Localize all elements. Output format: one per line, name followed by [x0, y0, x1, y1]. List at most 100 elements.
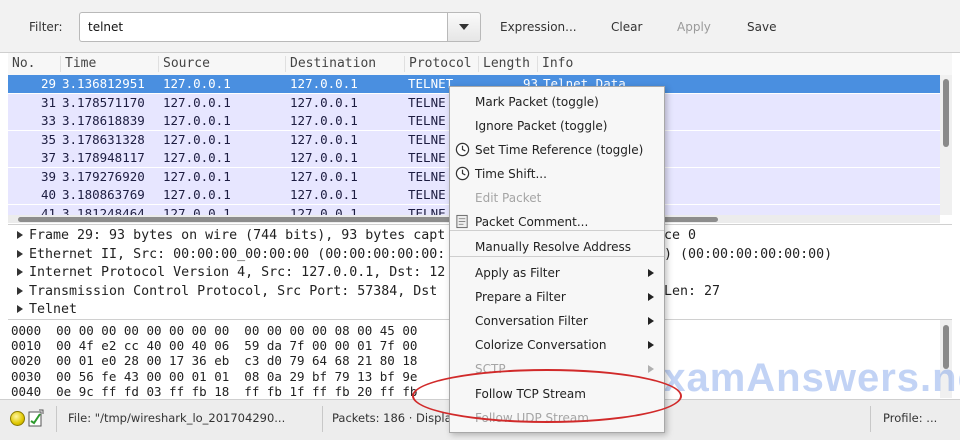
packet-source: 127.0.0.1 [163, 131, 231, 147]
clear-button[interactable]: Clear [611, 20, 642, 34]
scrollbar-thumb[interactable] [943, 79, 949, 147]
packet-source: 127.0.0.1 [163, 113, 231, 128]
save-button[interactable]: Save [747, 20, 776, 34]
packet-destination: 127.0.0.1 [290, 113, 358, 128]
packet-protocol: TELNE [408, 113, 446, 128]
highlight-ellipse [412, 369, 682, 423]
submenu-arrow-icon [648, 269, 654, 277]
apply-button[interactable]: Apply [677, 20, 711, 34]
display-filter-input[interactable] [79, 12, 447, 42]
menu-item-label: Colorize Conversation [475, 338, 607, 352]
menu-item-label: Set Time Reference (toggle) [475, 143, 644, 157]
packet-number: 41 [40, 205, 56, 216]
packet-number: 40 [40, 187, 56, 202]
menu-item-apply-as-filter[interactable]: Apply as Filter [450, 261, 664, 285]
column-header-source[interactable]: Source [158, 56, 287, 72]
detail-tree-label: Telnet [29, 302, 78, 318]
column-header-length[interactable]: Length [478, 56, 539, 72]
detail-tree-item[interactable]: Frame 29: 93 bytes on wire (744 bits), 9… [8, 228, 445, 247]
packet-number: 39 [40, 168, 56, 184]
packet-protocol: TELNE [408, 187, 446, 202]
detail-tree-item[interactable]: Internet Protocol Version 4, Src: 127.0.… [8, 265, 445, 284]
hex-dump-line: 0040 0e 9c ff fd 03 ff fb 18 ff fb 1f ff… [11, 383, 418, 398]
column-header-protocol[interactable]: Protocol [404, 56, 479, 72]
expert-info-led-icon[interactable] [10, 411, 25, 426]
column-header-info[interactable]: Info [537, 56, 942, 72]
packet-destination: 127.0.0.1 [290, 94, 358, 110]
packet-protocol: TELNE [408, 94, 446, 110]
submenu-arrow-icon [648, 317, 654, 325]
menu-item-colorize-conversation[interactable]: Colorize Conversation [450, 333, 664, 357]
column-header-no[interactable]: No. [8, 56, 60, 72]
detail-tree-label-continued: ce 0 [664, 228, 697, 243]
menu-item-edit-packet[interactable]: Edit Packet [450, 186, 664, 210]
filter-history-dropdown[interactable] [447, 12, 481, 42]
packet-time: 3.181248464 [62, 205, 145, 216]
clock-icon [455, 142, 470, 157]
packet-source: 127.0.0.1 [163, 168, 231, 184]
submenu-arrow-icon [648, 365, 654, 373]
detail-tree-label: Internet Protocol Version 4, Src: 127.0.… [29, 265, 446, 281]
menu-item-ignore-packet-toggle[interactable]: Ignore Packet (toggle) [450, 114, 664, 138]
packet-number: 29 [40, 76, 56, 91]
detail-tree-label: Ethernet II, Src: 00:00:00_00:00:00 (00:… [29, 246, 446, 262]
menu-item-label: Time Shift... [475, 167, 547, 181]
menu-item-label: Packet Comment... [475, 215, 589, 229]
packet-protocol: TELNE [408, 205, 446, 216]
menu-item-packet-comment[interactable]: Packet Comment... [450, 210, 664, 234]
menu-item-conversation-filter[interactable]: Conversation Filter [450, 309, 664, 333]
detail-tree-item[interactable]: Ethernet II, Src: 00:00:00_00:00:00 (00:… [8, 247, 445, 266]
column-header-time[interactable]: Time [60, 56, 161, 72]
packet-protocol: TELNE [408, 150, 446, 165]
expand-arrow-icon[interactable] [17, 286, 23, 295]
menu-item-prepare-a-filter[interactable]: Prepare a Filter [450, 285, 664, 309]
packet-list-header: No. Time Source Destination Protocol Len… [8, 53, 952, 76]
packet-protocol: TELNE [408, 131, 446, 147]
column-header-destination[interactable]: Destination [285, 56, 406, 72]
menu-item-manually-resolve-address[interactable]: Manually Resolve Address [450, 235, 664, 259]
packet-destination: 127.0.0.1 [290, 76, 358, 91]
packet-destination: 127.0.0.1 [290, 187, 358, 202]
status-separator [322, 406, 323, 432]
menu-item-label: Edit Packet [475, 191, 542, 205]
packet-time: 3.178618839 [62, 113, 145, 128]
menu-item-set-time-reference-toggle[interactable]: Set Time Reference (toggle) [450, 138, 664, 162]
status-separator [56, 406, 57, 432]
packet-protocol: TELNE [408, 168, 446, 184]
expand-arrow-icon[interactable] [17, 305, 23, 314]
menu-item-mark-packet-toggle[interactable]: Mark Packet (toggle) [450, 90, 664, 114]
menu-item-label: Mark Packet (toggle) [475, 95, 599, 109]
packet-destination: 127.0.0.1 [290, 205, 358, 216]
menu-item-label: Manually Resolve Address [475, 240, 632, 254]
packet-source: 127.0.0.1 [163, 205, 231, 216]
detail-tree-item[interactable]: Telnet [8, 302, 77, 319]
packet-source: 127.0.0.1 [163, 76, 231, 91]
detail-tree-label: Frame 29: 93 bytes on wire (744 bits), 9… [29, 228, 446, 243]
menu-item-label: Ignore Packet (toggle) [475, 119, 608, 133]
hex-dump-line: 0030 00 56 fe 43 00 00 01 01 08 0a 29 bf… [11, 368, 418, 384]
detail-tree-item[interactable]: Transmission Control Protocol, Src Port:… [8, 284, 437, 303]
menu-item-label: Prepare a Filter [475, 290, 566, 304]
packet-number: 37 [40, 150, 56, 165]
packet-destination: 127.0.0.1 [290, 168, 358, 184]
expand-arrow-icon[interactable] [17, 249, 23, 258]
capture-comment-icon[interactable] [28, 409, 44, 427]
expand-arrow-icon[interactable] [17, 231, 23, 239]
packet-destination: 127.0.0.1 [290, 150, 358, 165]
detail-tree-label-continued: ) (00:00:00:00:00:00) [664, 246, 833, 262]
submenu-arrow-icon [648, 293, 654, 301]
packet-time: 3.178571170 [62, 94, 145, 110]
status-profile[interactable]: Profile: ... [883, 411, 937, 425]
expression-button[interactable]: Expression... [500, 20, 577, 34]
packet-list-vertical-scrollbar[interactable] [940, 75, 952, 215]
expand-arrow-icon[interactable] [17, 268, 23, 277]
detail-tree-label-continued: Len: 27 [664, 283, 721, 299]
filter-label: Filter: [29, 20, 63, 34]
menu-item-time-shift[interactable]: Time Shift... [450, 162, 664, 186]
packet-number: 33 [40, 113, 56, 128]
detail-tree-label: Transmission Control Protocol, Src Port:… [29, 283, 438, 299]
packet-time: 3.178631328 [62, 131, 145, 147]
packet-time: 3.136812951 [62, 76, 145, 91]
submenu-arrow-icon [648, 341, 654, 349]
hex-dump-line: 0010 00 4f e2 cc 40 00 40 06 59 da 7f 00… [11, 338, 418, 354]
